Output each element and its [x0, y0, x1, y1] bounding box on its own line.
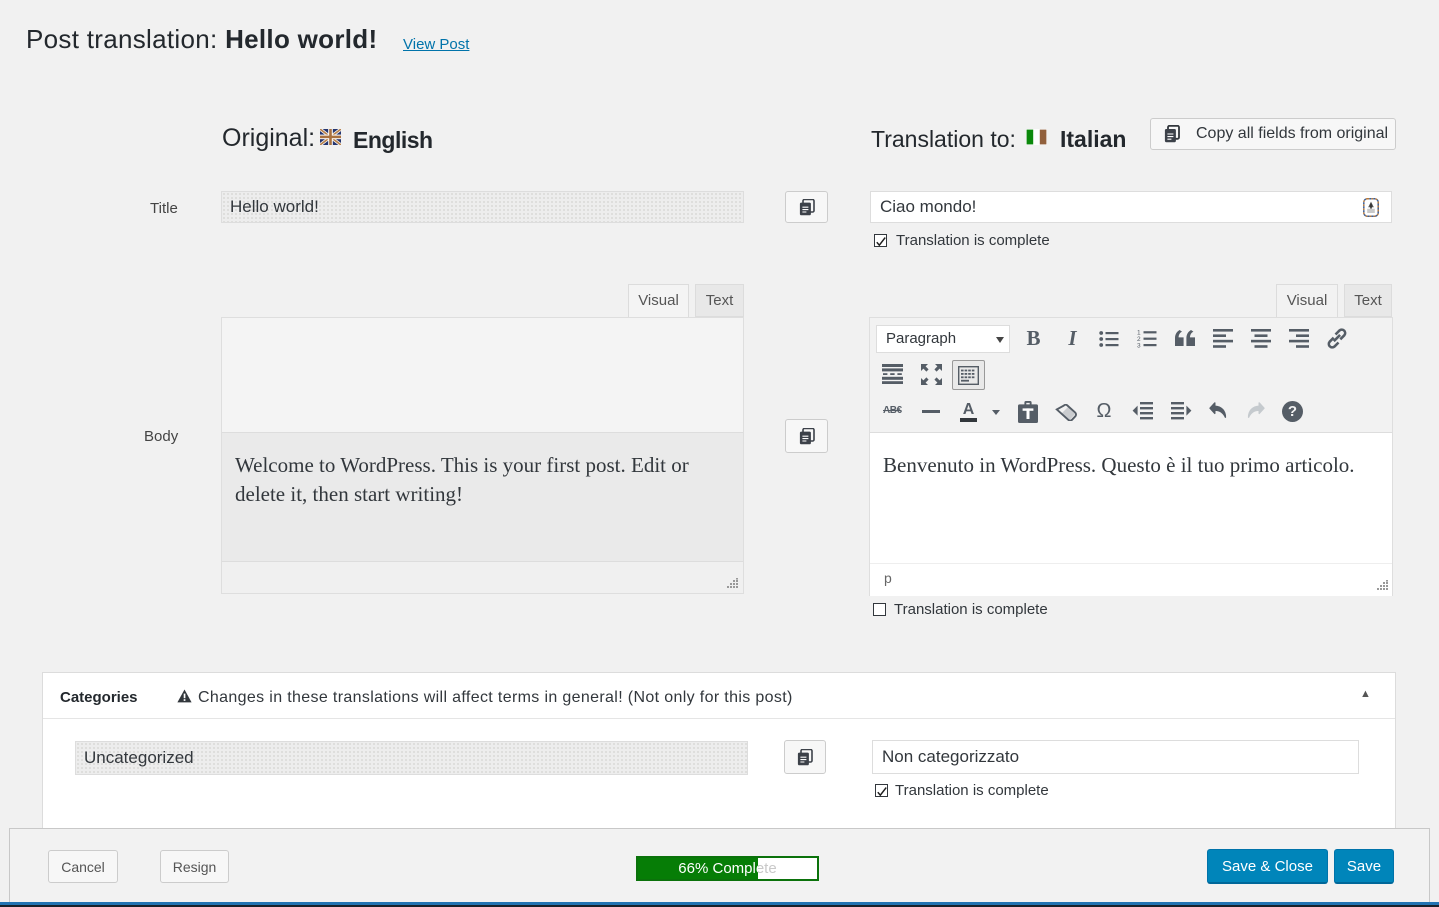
svg-text:3: 3 [1137, 342, 1141, 348]
